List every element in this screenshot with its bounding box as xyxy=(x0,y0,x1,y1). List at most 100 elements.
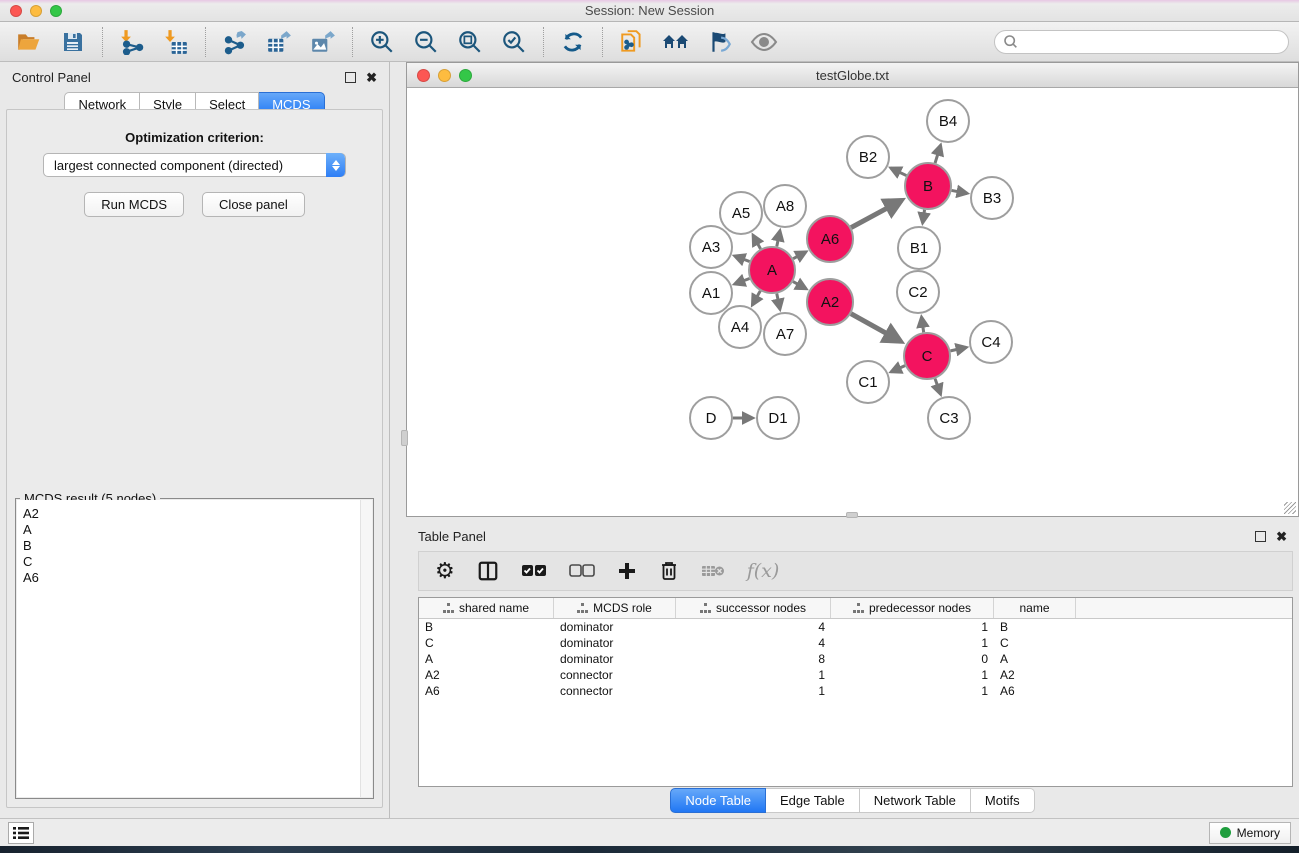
edge-A-A1[interactable] xyxy=(735,278,750,284)
edge-A-A6[interactable] xyxy=(793,252,806,259)
close-panel-icon[interactable]: ✖ xyxy=(366,71,377,84)
select-all-columns-icon[interactable] xyxy=(521,563,547,579)
column-header-shared_name[interactable]: shared name xyxy=(419,598,554,618)
node-A2[interactable]: A2 xyxy=(807,279,853,325)
node-A5[interactable]: A5 xyxy=(720,192,762,234)
network-window-titlebar[interactable]: testGlobe.txt xyxy=(407,63,1298,88)
import-network-icon[interactable] xyxy=(117,27,147,57)
node-B1[interactable]: B1 xyxy=(898,227,940,269)
first-neighbors-icon[interactable] xyxy=(661,27,691,57)
node-table[interactable]: shared nameMCDS rolesuccessor nodesprede… xyxy=(418,597,1293,787)
node-B2[interactable]: B2 xyxy=(847,136,889,178)
node-B[interactable]: B xyxy=(905,163,951,209)
edge-B-B2[interactable] xyxy=(891,168,907,176)
cell-mcds_role: connector xyxy=(554,684,676,698)
tab-node-table[interactable]: Node Table xyxy=(670,788,766,813)
table-settings-gear-icon[interactable]: ⚙ xyxy=(435,558,455,584)
task-history-button[interactable] xyxy=(8,822,34,844)
node-A7[interactable]: A7 xyxy=(764,313,806,355)
network-graph[interactable]: B4 B2 B B3 A8A5 A6 A3 B1 A C2 A1 A2 A4A7 C4 C C1 C3 D D1 xyxy=(407,88,1298,516)
hide-graphics-details-icon[interactable] xyxy=(705,27,735,57)
export-image-icon[interactable] xyxy=(308,27,338,57)
edge-A-A4[interactable] xyxy=(752,291,760,305)
node-A3[interactable]: A3 xyxy=(690,226,732,268)
save-session-icon[interactable] xyxy=(58,27,88,57)
edge-A-A3[interactable] xyxy=(735,256,750,262)
run-mcds-button[interactable]: Run MCDS xyxy=(84,192,184,217)
edge-A-A2[interactable] xyxy=(793,282,806,289)
memory-button[interactable]: Memory xyxy=(1209,822,1291,844)
zoom-in-icon[interactable] xyxy=(367,27,397,57)
float-table-panel-icon[interactable] xyxy=(1255,531,1266,542)
node-A4[interactable]: A4 xyxy=(719,306,761,348)
edge-C-C3[interactable] xyxy=(935,379,941,395)
result-item[interactable]: A xyxy=(23,522,366,538)
zoom-selected-icon[interactable] xyxy=(499,27,529,57)
vertical-scroll-nub[interactable] xyxy=(401,430,408,446)
edge-B-B3[interactable] xyxy=(952,190,968,193)
edge-A-A7[interactable] xyxy=(777,294,780,310)
column-header-successor_nodes[interactable]: successor nodes xyxy=(676,598,831,618)
add-column-icon[interactable] xyxy=(617,561,637,581)
result-item[interactable]: A6 xyxy=(23,570,366,586)
column-header-mcds_role[interactable]: MCDS role xyxy=(554,598,676,618)
tab-edge-table[interactable]: Edge Table xyxy=(766,788,860,813)
export-network-icon[interactable] xyxy=(220,27,250,57)
mcds-result-list[interactable]: A2ABCA6 xyxy=(17,500,372,797)
edge-C-C1[interactable] xyxy=(891,366,905,372)
result-item[interactable]: A2 xyxy=(23,506,366,522)
node-D[interactable]: D xyxy=(690,397,732,439)
node-D1[interactable]: D1 xyxy=(757,397,799,439)
tab-motifs[interactable]: Motifs xyxy=(971,788,1035,813)
edge-C-C4[interactable] xyxy=(950,347,966,350)
close-panel-button[interactable]: Close panel xyxy=(202,192,305,217)
node-A1[interactable]: A1 xyxy=(690,272,732,314)
edge-C-C2[interactable] xyxy=(922,317,924,332)
tab-network-table[interactable]: Network Table xyxy=(860,788,971,813)
window-resize-grip[interactable] xyxy=(1284,502,1296,514)
result-scrollbar[interactable] xyxy=(360,500,372,797)
edge-A-A5[interactable] xyxy=(753,235,760,249)
table-row[interactable]: Cdominator41C xyxy=(419,635,1292,651)
duplicate-network-icon[interactable] xyxy=(617,27,647,57)
table-row[interactable]: A2connector11A2 xyxy=(419,667,1292,683)
node-A[interactable]: A xyxy=(749,247,795,293)
node-C3[interactable]: C3 xyxy=(928,397,970,439)
result-item[interactable]: C xyxy=(23,554,366,570)
close-table-panel-icon[interactable]: ✖ xyxy=(1276,530,1287,543)
column-header-name[interactable]: name xyxy=(994,598,1076,618)
export-table-icon[interactable] xyxy=(264,27,294,57)
float-panel-icon[interactable] xyxy=(345,72,356,83)
refresh-icon[interactable] xyxy=(558,27,588,57)
search-input[interactable] xyxy=(994,30,1289,54)
zoom-out-icon[interactable] xyxy=(411,27,441,57)
zoom-fit-icon[interactable] xyxy=(455,27,485,57)
show-hide-panel-eye-icon[interactable] xyxy=(749,27,779,57)
node-C1[interactable]: C1 xyxy=(847,361,889,403)
node-C2[interactable]: C2 xyxy=(897,271,939,313)
edge-B-B4[interactable] xyxy=(935,145,941,163)
horizontal-scroll-nub[interactable] xyxy=(846,512,858,518)
delete-column-trash-icon[interactable] xyxy=(659,560,679,582)
edge-B-B1[interactable] xyxy=(923,210,925,223)
split-columns-icon[interactable] xyxy=(477,560,499,582)
optimization-criterion-dropdown[interactable]: largest connected component (directed) xyxy=(43,153,346,177)
table-row[interactable]: Bdominator41B xyxy=(419,619,1292,635)
open-session-icon[interactable] xyxy=(14,27,44,57)
node-A8[interactable]: A8 xyxy=(764,185,806,227)
node-C[interactable]: C xyxy=(904,333,950,379)
edge-A2-C[interactable] xyxy=(851,314,901,342)
node-B4[interactable]: B4 xyxy=(927,100,969,142)
deselect-all-columns-icon[interactable] xyxy=(569,563,595,579)
edge-A-A8[interactable] xyxy=(777,231,780,247)
import-table-icon[interactable] xyxy=(161,27,191,57)
edge-A6-B[interactable] xyxy=(851,200,902,227)
table-row[interactable]: A6connector11A6 xyxy=(419,683,1292,699)
network-canvas[interactable]: B4 B2 B B3 A8A5 A6 A3 B1 A C2 A1 A2 A4A7 C4 C C1 C3 D D1 xyxy=(407,88,1298,516)
node-B3[interactable]: B3 xyxy=(971,177,1013,219)
column-header-predecessor_nodes[interactable]: predecessor nodes xyxy=(831,598,994,618)
result-item[interactable]: B xyxy=(23,538,366,554)
node-A6[interactable]: A6 xyxy=(807,216,853,262)
node-C4[interactable]: C4 xyxy=(970,321,1012,363)
table-row[interactable]: Adominator80A xyxy=(419,651,1292,667)
